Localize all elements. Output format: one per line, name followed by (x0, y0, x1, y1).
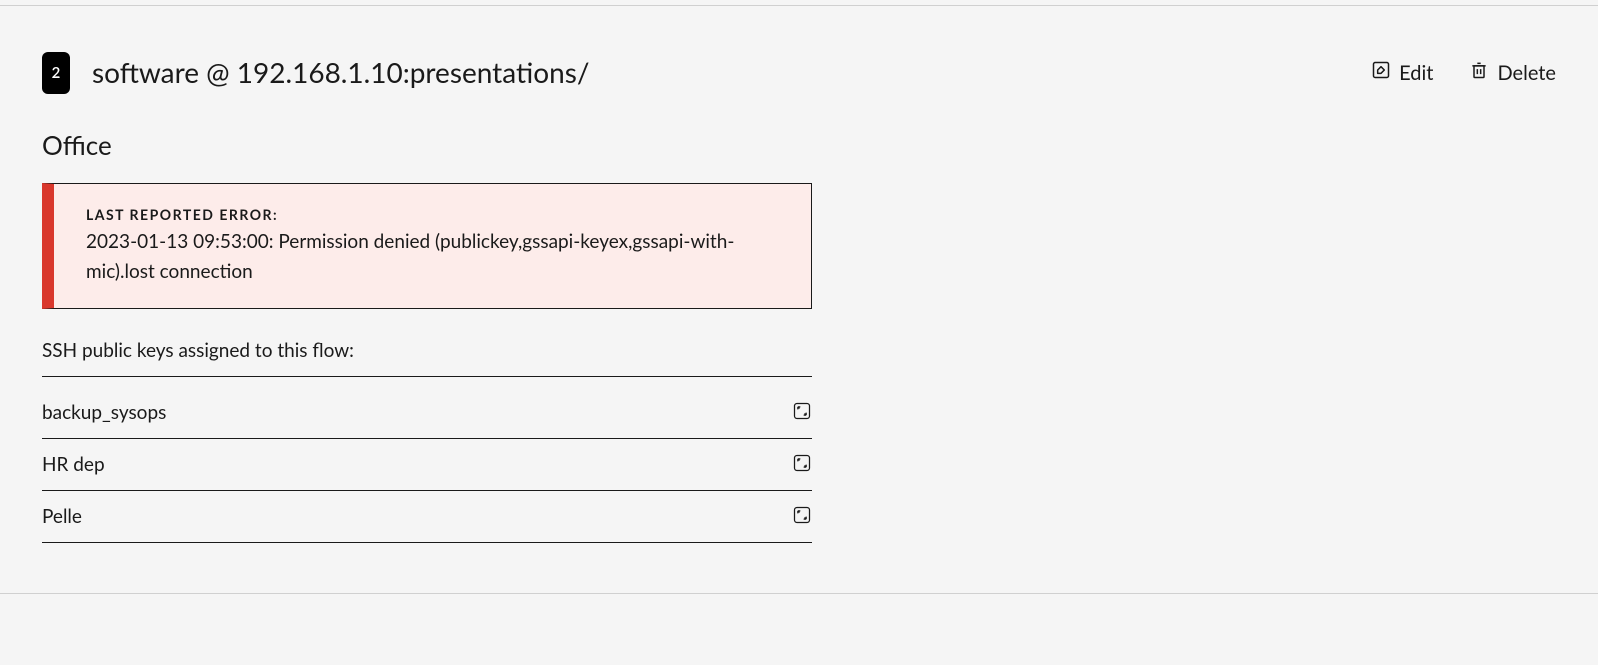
expand-key-button[interactable] (792, 505, 812, 528)
expand-icon (792, 453, 812, 476)
expand-key-button[interactable] (792, 401, 812, 424)
list-item: HR dep (42, 439, 812, 491)
error-panel: LAST REPORTED ERROR: 2023-01-13 09:53:00… (42, 183, 812, 309)
expand-icon (792, 401, 812, 424)
edit-button[interactable]: Edit (1371, 60, 1433, 85)
delete-button-label: Delete (1497, 61, 1556, 85)
delete-button[interactable]: Delete (1469, 60, 1556, 85)
edit-button-label: Edit (1399, 61, 1433, 85)
error-message: 2023-01-13 09:53:00: Permission denied (… (86, 227, 783, 286)
error-label: LAST REPORTED ERROR: (86, 206, 783, 223)
ssh-key-name: HR dep (42, 453, 105, 476)
expand-key-button[interactable] (792, 453, 812, 476)
ssh-key-name: Pelle (42, 505, 82, 528)
expand-icon (792, 505, 812, 528)
ssh-keys-heading: SSH public keys assigned to this flow: (42, 339, 812, 377)
item-number-badge: 2 (42, 52, 70, 94)
list-item: Pelle (42, 491, 812, 543)
ssh-key-name: backup_sysops (42, 401, 166, 424)
edit-icon (1371, 60, 1391, 85)
list-item: backup_sysops (42, 387, 812, 439)
section-subtitle: Office (42, 129, 812, 161)
trash-icon (1469, 60, 1489, 85)
flow-title: software @ 192.168.1.10:presentations/ (92, 46, 589, 99)
